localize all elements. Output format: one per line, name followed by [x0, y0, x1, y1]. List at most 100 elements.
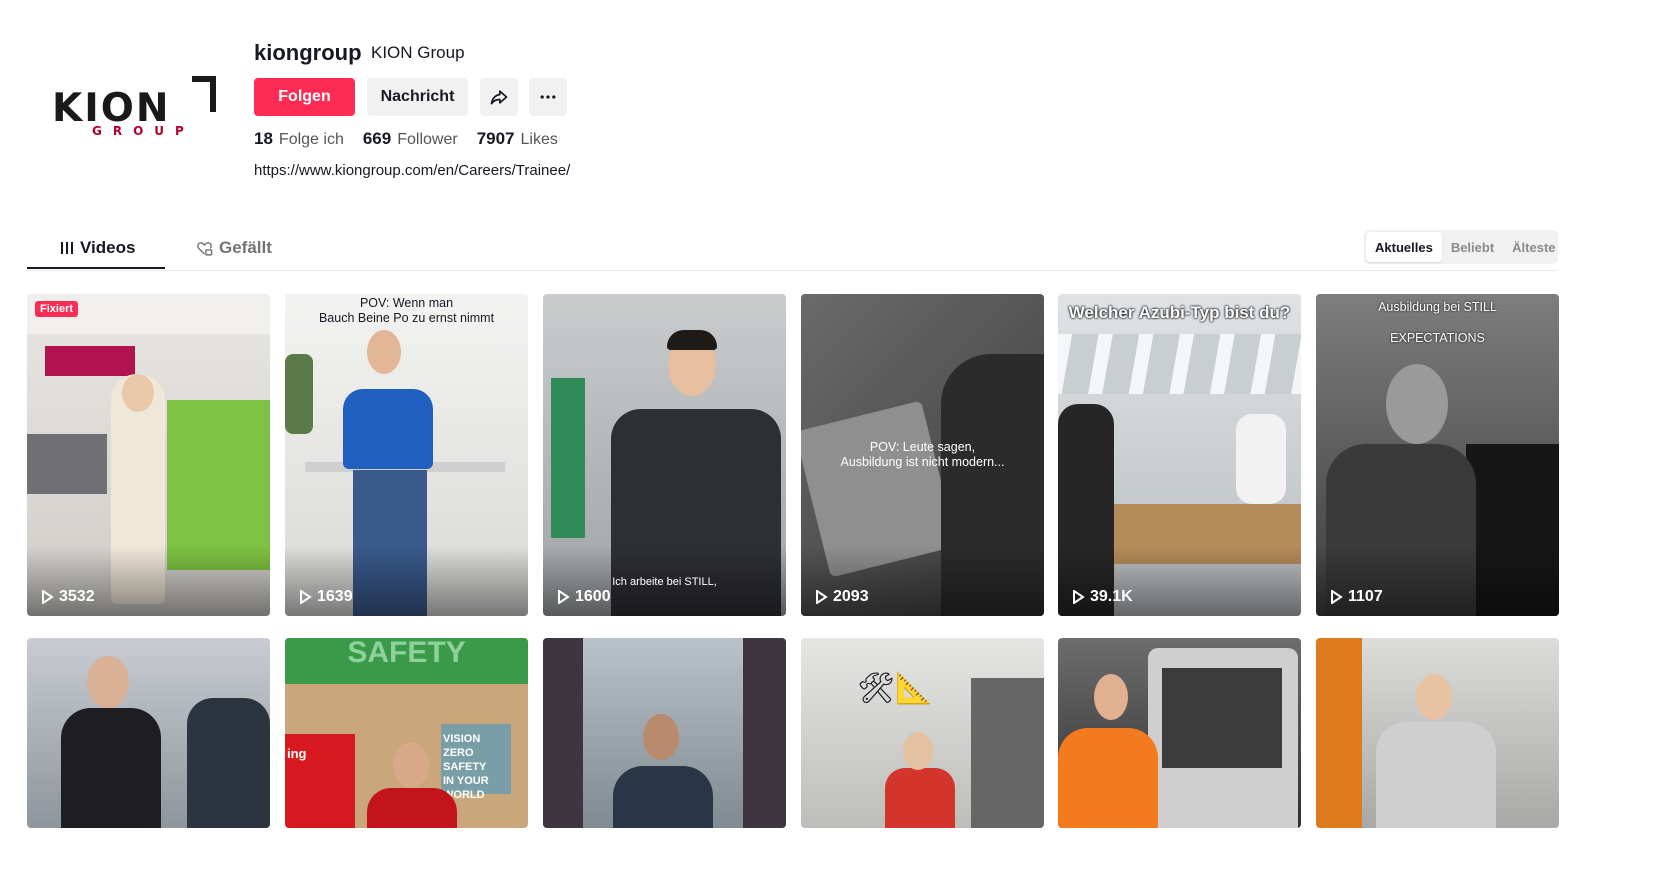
thumb-person-right	[187, 698, 270, 828]
view-count-value: 3532	[59, 588, 95, 605]
followers-count: 669	[362, 129, 392, 148]
thumb-head	[122, 374, 154, 412]
thumb-robot-arm	[1316, 638, 1362, 828]
pinned-badge: Fixiert	[35, 301, 79, 317]
sort-toggle: Aktuelles Beliebt Älteste	[1364, 230, 1558, 264]
thumb-head	[903, 732, 933, 770]
more-icon	[540, 95, 556, 99]
view-count: 1107	[1330, 588, 1383, 606]
video-card[interactable]	[1058, 638, 1301, 828]
following-label: Folge ich	[278, 131, 344, 148]
kion-group-logo: KION GROUP	[52, 76, 218, 140]
active-tab-underline	[27, 267, 165, 269]
following-stat[interactable]: 18 Folge ich	[254, 129, 344, 149]
following-count: 18	[254, 129, 273, 148]
video-card[interactable]: SAFETY ing VISION ZERO SAFETY IN YOUR WO…	[285, 638, 528, 828]
thumb-head	[1416, 674, 1452, 720]
play-icon	[300, 590, 312, 604]
video-caption: POV: Leute sagen, Ausbildung ist nicht m…	[840, 440, 1005, 469]
logo-group-text: GROUP	[92, 124, 195, 138]
view-count: 1639	[299, 588, 353, 606]
more-button[interactable]	[529, 78, 567, 116]
likes-stat: 7907 Likes	[477, 129, 558, 149]
thumb-hair	[667, 330, 717, 350]
tab-videos-label: Videos	[80, 238, 136, 257]
likes-count: 7907	[476, 129, 515, 148]
thumb-person	[367, 788, 457, 828]
play-icon	[816, 590, 828, 604]
video-card[interactable]	[1316, 638, 1559, 828]
video-card[interactable]: 🛠📐	[801, 638, 1044, 828]
video-caption-2: EXPECTATIONS	[1390, 331, 1485, 345]
thumb-plant	[285, 354, 313, 434]
profile-nickname: KION Group	[371, 43, 465, 62]
thumb-forklift-window	[1162, 668, 1282, 768]
likes-label: Likes	[520, 131, 558, 148]
view-count-value: 1107	[1348, 588, 1383, 605]
play-icon	[558, 590, 570, 604]
bio-link[interactable]: https://www.kiongroup.com/en/Careers/Tra…	[254, 162, 570, 179]
share-icon	[490, 90, 508, 105]
thumb-head	[1094, 674, 1128, 720]
view-count: 1600	[557, 588, 611, 606]
thumb-person-right	[1236, 414, 1286, 504]
thumb-curtain-right	[743, 638, 786, 828]
sort-option-latest[interactable]: Aktuelles	[1366, 232, 1442, 262]
video-caption-side: ing	[287, 746, 307, 761]
share-button[interactable]	[480, 78, 518, 116]
profile-username: kiongroup	[254, 40, 362, 65]
grid-icon	[61, 242, 73, 254]
thumb-panel	[45, 346, 135, 376]
thumb-head	[393, 742, 429, 788]
thumb-person	[885, 768, 955, 828]
thumb-head	[1386, 364, 1448, 444]
thumb-green-cabinet	[551, 378, 585, 538]
video-card[interactable]: Ich arbeite bei STILL, 1600	[543, 294, 786, 616]
profile-stats: 18 Folge ich 669 Follower 7907 Likes	[254, 129, 577, 149]
thumb-curtain-left	[543, 638, 583, 828]
tab-liked[interactable]: Gefällt	[196, 238, 272, 258]
thumb-person	[613, 766, 713, 828]
thumb-person	[1376, 722, 1496, 828]
video-caption: Ausbildung bei STILL	[1378, 300, 1497, 314]
thumb-head	[87, 656, 129, 708]
play-icon	[1331, 590, 1343, 604]
view-count: 3532	[41, 588, 95, 606]
thumb-head	[643, 714, 679, 760]
video-card[interactable]: Ausbildung bei STILL EXPECTATIONS 1107	[1316, 294, 1559, 616]
video-caption: Welcher Azubi-Typ bist du?	[1068, 303, 1291, 322]
video-caption-banner: SAFETY	[347, 638, 466, 669]
heart-lock-icon	[197, 241, 213, 256]
tab-videos[interactable]: Videos	[60, 238, 135, 258]
video-card[interactable]: POV: Wenn man Bauch Beine Po zu ernst ni…	[285, 294, 528, 616]
video-caption: POV: Wenn man Bauch Beine Po zu ernst ni…	[318, 296, 495, 325]
follow-button[interactable]: Folgen	[254, 78, 355, 116]
view-count-value: 39.1K	[1090, 588, 1133, 605]
followers-label: Follower	[397, 131, 458, 148]
tab-liked-label: Gefällt	[219, 238, 272, 257]
video-card[interactable]	[27, 638, 270, 828]
sort-option-oldest[interactable]: Älteste	[1503, 232, 1564, 262]
message-button[interactable]: Nachricht	[367, 78, 468, 116]
sort-option-popular[interactable]: Beliebt	[1442, 232, 1503, 262]
view-count-value: 1639	[317, 588, 353, 605]
view-count-value: 2093	[833, 588, 869, 605]
view-count-value: 1600	[575, 588, 611, 605]
thumb-wall	[167, 400, 270, 570]
thumb-tools-emoji: 🛠📐	[857, 672, 933, 705]
play-icon	[1073, 590, 1085, 604]
thumb-person	[1058, 728, 1158, 828]
logo-line	[210, 76, 216, 112]
video-caption: VISION ZERO SAFETY IN YOUR WORLD	[443, 733, 489, 801]
video-card[interactable]	[543, 638, 786, 828]
thumb-ceiling-lights	[1058, 334, 1301, 394]
thumb-forklift	[971, 678, 1044, 828]
play-icon	[42, 590, 54, 604]
followers-stat[interactable]: 669 Follower	[363, 129, 458, 149]
video-card[interactable]: POV: Leute sagen, Ausbildung ist nicht m…	[801, 294, 1044, 616]
video-card[interactable]: Fixiert 3532	[27, 294, 270, 616]
view-count: 39.1K	[1072, 588, 1133, 606]
view-count: 2093	[815, 588, 869, 606]
video-card[interactable]: Welcher Azubi-Typ bist du? 39.1K	[1058, 294, 1301, 616]
thumb-head	[367, 330, 401, 374]
